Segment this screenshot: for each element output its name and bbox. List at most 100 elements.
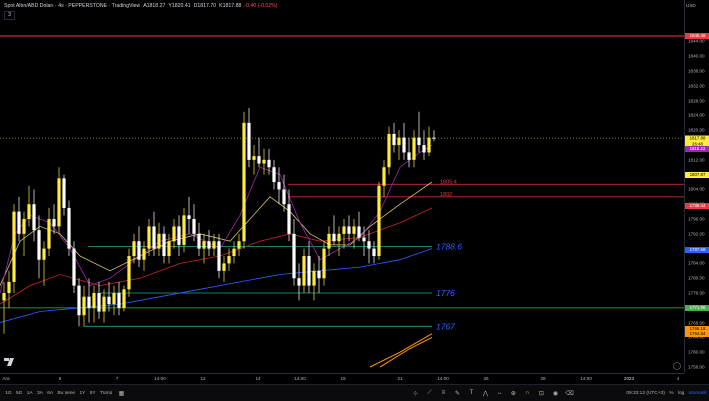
candle-body: [212, 241, 216, 249]
candle-body: [397, 137, 401, 146]
trash-icon[interactable]: ⌫: [565, 389, 573, 397]
candle-body: [207, 241, 211, 249]
clock-timezone[interactable]: 09:33:12 (UTC+3): [624, 391, 667, 396]
candle-body: [352, 226, 356, 234]
candle-body: [247, 122, 251, 160]
currency-label[interactable]: USD: [686, 3, 696, 8]
range-1a[interactable]: 1A: [25, 391, 35, 396]
ma-fast-line: [0, 144, 433, 294]
trendline-icon[interactable]: ⟋: [425, 389, 433, 397]
time-tick: 28: [540, 376, 546, 381]
fib-icon[interactable]: ≡: [439, 389, 447, 397]
tradingview-logo-mark: [4, 358, 9, 361]
range-3a[interactable]: 3A: [35, 391, 45, 396]
time-tick: 19: [340, 376, 346, 381]
eye-icon[interactable]: ◉: [551, 389, 559, 397]
candle-body: [367, 241, 371, 249]
magnet-icon[interactable]: ∩: [523, 389, 531, 397]
price-tick: 1760.00: [688, 349, 705, 355]
candle-body: [237, 241, 241, 249]
candle-body: [347, 226, 351, 234]
ohlc-change: -0.40 (-0.02%): [244, 3, 278, 9]
price-label: 1787.68: [685, 246, 709, 253]
candle-body: [177, 226, 181, 245]
candle-body: [392, 133, 396, 146]
candle-body: [377, 185, 381, 257]
candle-body: [322, 248, 326, 279]
pattern-icon[interactable]: ⋀: [481, 389, 489, 397]
candle-body: [162, 233, 166, 257]
ma-orange-line-1: [369, 333, 433, 368]
range-5g[interactable]: 5G: [14, 391, 25, 396]
chart-pane[interactable]: 1805.4 1802 1788.6 1776 1767 Spot Altın/ABD …: [0, 0, 684, 373]
candle-body: [332, 233, 336, 242]
price-tick: 1780.00: [688, 275, 705, 281]
candle-body: [132, 241, 136, 257]
candle-body: [337, 233, 341, 242]
candle-body: [7, 281, 11, 294]
candle-body: [427, 137, 431, 153]
measure-icon[interactable]: ↔: [495, 389, 503, 397]
candle-body: [372, 248, 376, 257]
candle-body: [37, 230, 41, 260]
log-toggle[interactable]: log: [676, 391, 687, 396]
range-tümü[interactable]: Tümü: [98, 391, 115, 396]
ma-price-label: 1815.22: [685, 146, 709, 153]
zoom-icon[interactable]: ⊕: [509, 389, 517, 397]
price-tick: 1824.00: [688, 112, 705, 118]
candle-body: [362, 237, 366, 242]
candle-body: [272, 167, 276, 183]
lock-icon[interactable]: ⊡: [537, 389, 545, 397]
range-5y[interactable]: 5Y: [88, 391, 98, 396]
candle-body: [47, 219, 51, 249]
ohlc-high: Y1820.41: [168, 3, 191, 9]
candle-body: [202, 241, 206, 249]
time-tick: 14:00: [294, 376, 306, 381]
candle-body: [2, 293, 6, 301]
range-1g[interactable]: 1G: [3, 391, 14, 396]
candle-body: [382, 167, 386, 186]
text-icon[interactable]: T: [467, 389, 475, 397]
percent-toggle[interactable]: %: [667, 391, 676, 396]
candle-body: [127, 256, 131, 290]
range-1y[interactable]: 1Y: [77, 391, 87, 396]
price-label: 1807.87: [685, 172, 709, 179]
price-axis[interactable]: 1844.00 1840.00 1836.00 1832.00 1828.00 1824.…: [684, 0, 709, 373]
candle-body: [117, 293, 121, 308]
candle-body: [242, 122, 246, 242]
candle-body: [197, 233, 201, 249]
range-bu-sene[interactable]: Bu sene: [55, 391, 77, 396]
bottom-toolbar: 1G 5G 1A 3A 6A Bu sene 1Y 5Y Tümü ▦ ⊹ ⟋ ≡ ✎ T ⋀ …: [0, 384, 709, 401]
price-tick: 1840.00: [688, 53, 705, 59]
time-tick: 14:00: [437, 376, 449, 381]
indicators-collapse-button[interactable]: 3: [4, 11, 15, 20]
ma-blue-line: [0, 248, 433, 323]
ma-red-line: [0, 207, 433, 305]
candle-body: [52, 219, 56, 227]
date-range-calendar-icon[interactable]: ▦: [117, 389, 125, 397]
price-tick: 1832.00: [688, 83, 705, 89]
brush-icon[interactable]: ✎: [453, 389, 461, 397]
candle-body: [82, 296, 86, 316]
candle-body: [187, 215, 191, 220]
candle-body: [87, 296, 91, 308]
candle-body: [297, 278, 301, 286]
candle-body: [67, 207, 71, 249]
candle-body: [387, 133, 391, 168]
time-tick: 5: [58, 376, 62, 381]
candle-body: [217, 241, 221, 271]
time-tick: Ara: [2, 376, 10, 381]
time-tick: 14:00: [154, 376, 166, 381]
candle-body: [412, 137, 416, 160]
crosshair-icon[interactable]: ⊹: [411, 389, 419, 397]
candle-body: [107, 296, 111, 305]
auto-scale-toggle[interactable]: otomatik: [686, 391, 709, 396]
candle-body: [137, 241, 141, 260]
price-chart-canvas[interactable]: 1805.4 1802 1788.6 1776 1767: [0, 0, 684, 373]
range-6a[interactable]: 6A: [45, 391, 55, 396]
current-price-label: 1817.88 26:48: [685, 135, 709, 147]
candle-body: [417, 137, 421, 146]
price-label: 1845.48: [685, 33, 709, 39]
candle-body: [32, 204, 36, 231]
symbol-title[interactable]: Spot Altın/ABD Doları · 4s · PEPPERSTONE…: [4, 3, 140, 9]
